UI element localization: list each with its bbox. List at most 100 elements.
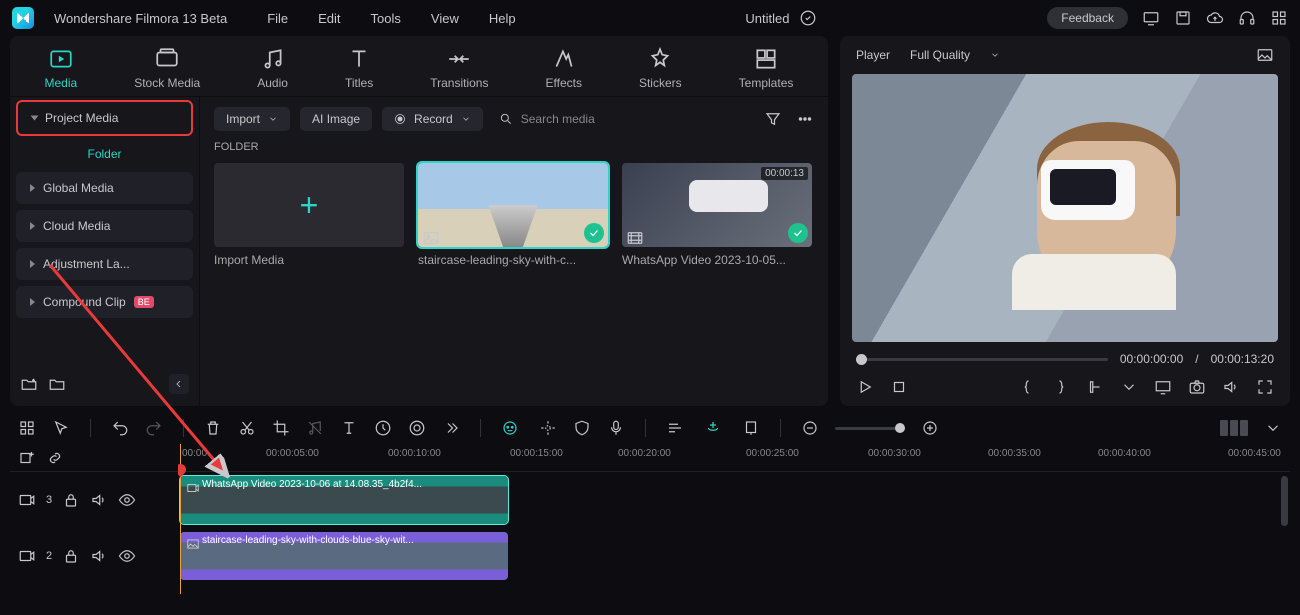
sidebar-project-media[interactable]: Project Media <box>16 100 193 136</box>
tab-templates[interactable]: Templates <box>733 44 800 92</box>
time-total: 00:00:13:20 <box>1211 352 1274 366</box>
mute-icon[interactable] <box>90 547 108 565</box>
shield-icon[interactable] <box>573 419 591 437</box>
lock-icon[interactable] <box>62 491 80 509</box>
track-lane-2[interactable]: staircase-leading-sky-with-clouds-blue-s… <box>178 528 1290 584</box>
add-track-icon[interactable] <box>18 449 36 467</box>
tab-stock-media[interactable]: Stock Media <box>128 44 206 92</box>
cut-icon[interactable] <box>238 419 256 437</box>
headphones-icon[interactable] <box>1238 9 1256 27</box>
link-icon[interactable] <box>46 449 64 467</box>
filter-icon[interactable] <box>764 110 782 128</box>
marker-icon[interactable] <box>742 419 760 437</box>
crop-icon[interactable] <box>272 419 290 437</box>
chevron-down-icon[interactable] <box>1264 419 1282 437</box>
progress-bar[interactable] <box>856 358 1108 361</box>
eye-icon[interactable] <box>118 491 136 509</box>
lock-icon[interactable] <box>62 547 80 565</box>
timeline-scrollbar[interactable] <box>1281 476 1288 526</box>
feedback-button[interactable]: Feedback <box>1047 7 1128 29</box>
display-icon[interactable] <box>1154 378 1172 396</box>
snapshot-icon[interactable] <box>1256 46 1274 64</box>
cursor-icon[interactable] <box>52 419 70 437</box>
track-lane-3[interactable]: WhatsApp Video 2023-10-06 at 14.08.35_4b… <box>178 472 1290 528</box>
fullscreen-icon[interactable] <box>1256 378 1274 396</box>
tab-effects[interactable]: Effects <box>539 44 587 92</box>
zoom-in-icon[interactable] <box>921 419 939 437</box>
view-toggle[interactable] <box>1220 420 1248 436</box>
text-icon[interactable] <box>340 419 358 437</box>
monitor-icon[interactable] <box>1142 9 1160 27</box>
tracks-icon[interactable] <box>666 419 684 437</box>
tab-titles[interactable]: Titles <box>339 44 379 92</box>
collapse-sidebar-button[interactable] <box>169 374 189 394</box>
time-current: 00:00:00:00 <box>1120 352 1183 366</box>
menu-file[interactable]: File <box>267 11 288 26</box>
tab-stickers[interactable]: Stickers <box>633 44 688 92</box>
ai-icon[interactable] <box>501 419 519 437</box>
sparkle-icon[interactable] <box>539 419 557 437</box>
speed-icon[interactable] <box>374 419 392 437</box>
main-menu: File Edit Tools View Help <box>267 11 515 26</box>
magnet-icon[interactable] <box>704 419 722 437</box>
undo-icon[interactable] <box>111 419 129 437</box>
mic-icon[interactable] <box>607 419 625 437</box>
timeline-ruler[interactable]: 00:00 00:00:05:00 00:00:10:00 00:00:15:0… <box>178 444 1290 472</box>
delete-icon[interactable] <box>204 419 222 437</box>
mark-in-icon[interactable] <box>1086 378 1104 396</box>
import-media-tile[interactable]: + Import Media <box>214 163 404 267</box>
menu-tools[interactable]: Tools <box>371 11 401 26</box>
layout-icon[interactable] <box>18 419 36 437</box>
menu-view[interactable]: View <box>431 11 459 26</box>
sidebar-global-media[interactable]: Global Media <box>16 172 193 204</box>
apps-icon[interactable] <box>1270 9 1288 27</box>
sidebar-compound-clip[interactable]: Compound ClipBE <box>16 286 193 318</box>
record-button[interactable]: Record <box>382 107 483 131</box>
track-head-3[interactable]: 3 <box>10 472 178 528</box>
new-folder-icon[interactable] <box>20 375 38 393</box>
media-thumb-whatsapp[interactable]: 00:00:13 WhatsApp Video 2023-10-05... <box>622 163 812 267</box>
brace-close-icon[interactable] <box>1052 378 1070 396</box>
clip-whatsapp[interactable]: WhatsApp Video 2023-10-06 at 14.08.35_4b… <box>180 476 508 524</box>
volume-icon[interactable] <box>1222 378 1240 396</box>
ai-image-button[interactable]: AI Image <box>300 107 372 131</box>
more-tools-icon[interactable] <box>442 419 460 437</box>
quality-dropdown[interactable]: Full Quality <box>910 48 1000 62</box>
menu-help[interactable]: Help <box>489 11 516 26</box>
cloud-upload-icon[interactable] <box>1206 9 1224 27</box>
more-icon[interactable] <box>796 110 814 128</box>
chevron-down-icon <box>31 116 39 121</box>
stop-icon[interactable] <box>890 378 908 396</box>
camera-icon[interactable] <box>1188 378 1206 396</box>
menu-edit[interactable]: Edit <box>318 11 340 26</box>
cloud-sync-icon[interactable] <box>799 9 817 27</box>
eye-icon[interactable] <box>118 547 136 565</box>
media-thumb-staircase[interactable]: staircase-leading-sky-with-c... <box>418 163 608 267</box>
mute-icon[interactable] <box>90 491 108 509</box>
color-icon[interactable] <box>408 419 426 437</box>
play-icon[interactable] <box>856 378 874 396</box>
timeline-track-heads: 3 2 <box>10 444 178 594</box>
music-off-icon[interactable] <box>306 419 324 437</box>
redo-icon[interactable] <box>145 419 163 437</box>
search-input[interactable]: Search media <box>499 112 595 126</box>
tab-audio[interactable]: Audio <box>251 44 294 92</box>
zoom-out-icon[interactable] <box>801 419 819 437</box>
import-button[interactable]: Import <box>214 107 290 131</box>
timeline-tracks[interactable]: 00:00 00:00:05:00 00:00:10:00 00:00:15:0… <box>178 444 1290 594</box>
player-viewport[interactable] <box>852 74 1278 342</box>
playhead[interactable] <box>180 444 181 594</box>
track-head-2[interactable]: 2 <box>10 528 178 584</box>
tab-media[interactable]: Media <box>39 44 84 92</box>
clip-staircase[interactable]: staircase-leading-sky-with-clouds-blue-s… <box>180 532 508 580</box>
save-icon[interactable] <box>1174 9 1192 27</box>
tab-transitions[interactable]: Transitions <box>424 44 494 92</box>
transitions-icon <box>446 46 472 72</box>
sidebar-cloud-media[interactable]: Cloud Media <box>16 210 193 242</box>
brace-open-icon[interactable] <box>1018 378 1036 396</box>
sidebar-adjustment-layer[interactable]: Adjustment La... <box>16 248 193 280</box>
sidebar-folder-label[interactable]: Folder <box>10 139 199 169</box>
zoom-slider[interactable] <box>835 427 905 430</box>
folder-icon[interactable] <box>48 375 66 393</box>
chevron-down-icon[interactable] <box>1120 378 1138 396</box>
